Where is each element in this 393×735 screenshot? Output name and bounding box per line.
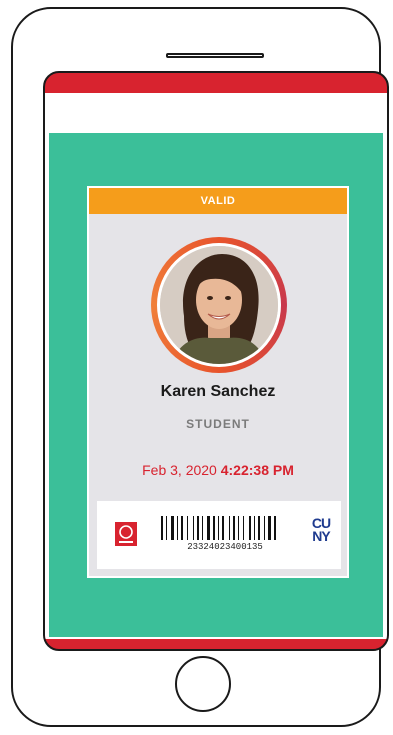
- barcode-bar: [181, 516, 183, 540]
- barcode-bar: [254, 516, 255, 540]
- barcode-bar: [264, 516, 265, 540]
- barcode-bar: [202, 516, 203, 540]
- avatar: [160, 246, 278, 364]
- avatar-ring: [151, 237, 287, 373]
- barcode-bar: [161, 516, 163, 540]
- barcode-bar: [213, 516, 215, 540]
- student-role: STUDENT: [186, 417, 250, 431]
- current-time: 4:22:38 PM: [220, 462, 294, 478]
- phone-frame: VALID Karen Sanchez STUDENT Feb 3, 2020 …: [11, 7, 389, 727]
- barcode-bar: [249, 516, 251, 540]
- barcode-bar: [238, 516, 239, 540]
- barcode-number: 23324023400135: [187, 542, 263, 552]
- barcode-panel: 23324023400135 CU NY: [97, 501, 341, 569]
- avatar-border: [157, 243, 281, 367]
- barcode-bar: [177, 516, 178, 540]
- valid-status-banner: VALID: [89, 188, 347, 214]
- current-datetime: Feb 3, 2020 4:22:38 PM: [89, 462, 347, 478]
- speaker-icon: [166, 53, 264, 58]
- barcode-bar: [274, 516, 276, 540]
- barcode-icon: [161, 516, 276, 540]
- barcode-bar: [218, 516, 219, 540]
- screen-background: VALID Karen Sanchez STUDENT Feb 3, 2020 …: [49, 133, 383, 637]
- barcode-bar: [207, 516, 210, 540]
- home-button-icon[interactable]: [175, 656, 231, 712]
- barcode-bar: [171, 516, 174, 540]
- barcode-bar: [268, 516, 271, 540]
- barcode-bar: [229, 516, 230, 540]
- student-id-card: VALID Karen Sanchez STUDENT Feb 3, 2020 …: [87, 186, 349, 578]
- barcode-bar: [193, 516, 194, 540]
- barcode-bar: [197, 516, 199, 540]
- barcode-bar: [187, 516, 188, 540]
- college-logo-icon: [115, 522, 137, 546]
- phone-screen: VALID Karen Sanchez STUDENT Feb 3, 2020 …: [43, 71, 389, 651]
- barcode-bar: [222, 516, 224, 540]
- barcode-bar: [243, 516, 244, 540]
- current-date: Feb 3, 2020: [142, 462, 217, 478]
- barcode-bar: [233, 516, 235, 540]
- barcode-bar: [258, 516, 260, 540]
- cuny-logo-icon: CU NY: [307, 516, 335, 544]
- cuny-logo-line2: NY: [312, 528, 330, 544]
- student-photo: [160, 246, 278, 364]
- screen-inner-band: VALID Karen Sanchez STUDENT Feb 3, 2020 …: [45, 93, 387, 639]
- barcode-bar: [166, 516, 167, 540]
- stage: VALID Karen Sanchez STUDENT Feb 3, 2020 …: [0, 0, 393, 735]
- student-name: Karen Sanchez: [160, 383, 276, 400]
